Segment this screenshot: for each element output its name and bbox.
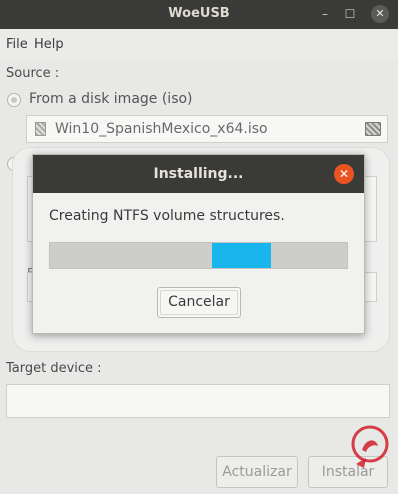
watermark-logo-icon — [351, 425, 389, 468]
iso-file-icon — [35, 122, 46, 136]
target-device-label: Target device : — [6, 361, 102, 376]
menu-file[interactable]: File — [6, 37, 28, 52]
update-button[interactable]: Actualizar — [216, 456, 298, 488]
target-device-list[interactable] — [6, 384, 390, 418]
menu-help[interactable]: Help — [34, 37, 64, 52]
dialog-titlebar: Installing... ✕ — [33, 155, 364, 193]
dialog-close-button[interactable]: ✕ — [334, 164, 354, 184]
from-disk-image-radio[interactable] — [7, 93, 21, 107]
window-titlebar: WoeUSB – ☐ ✕ — [0, 0, 398, 29]
progress-bar — [49, 242, 348, 269]
source-label: Source : — [6, 66, 60, 81]
from-disk-image-label: From a disk image (iso) — [29, 91, 193, 107]
minimize-button[interactable]: – — [316, 5, 334, 23]
cancel-button[interactable]: Cancelar — [157, 287, 241, 318]
maximize-button[interactable]: ☐ — [341, 5, 359, 23]
close-window-button[interactable]: ✕ — [371, 5, 389, 23]
folder-icon[interactable] — [365, 122, 381, 136]
menu-bar: File Help — [0, 29, 398, 59]
iso-file-chooser[interactable]: Win10_SpanishMexico_x64.iso — [26, 115, 388, 143]
progress-pulse — [211, 243, 272, 268]
installing-dialog: Installing... ✕ Creating NTFS volume str… — [32, 154, 365, 334]
dialog-title: Installing... — [153, 166, 244, 182]
window-title: WoeUSB — [168, 6, 230, 21]
status-message: Creating NTFS volume structures. — [49, 208, 285, 224]
iso-file-name: Win10_SpanishMexico_x64.iso — [55, 121, 268, 137]
